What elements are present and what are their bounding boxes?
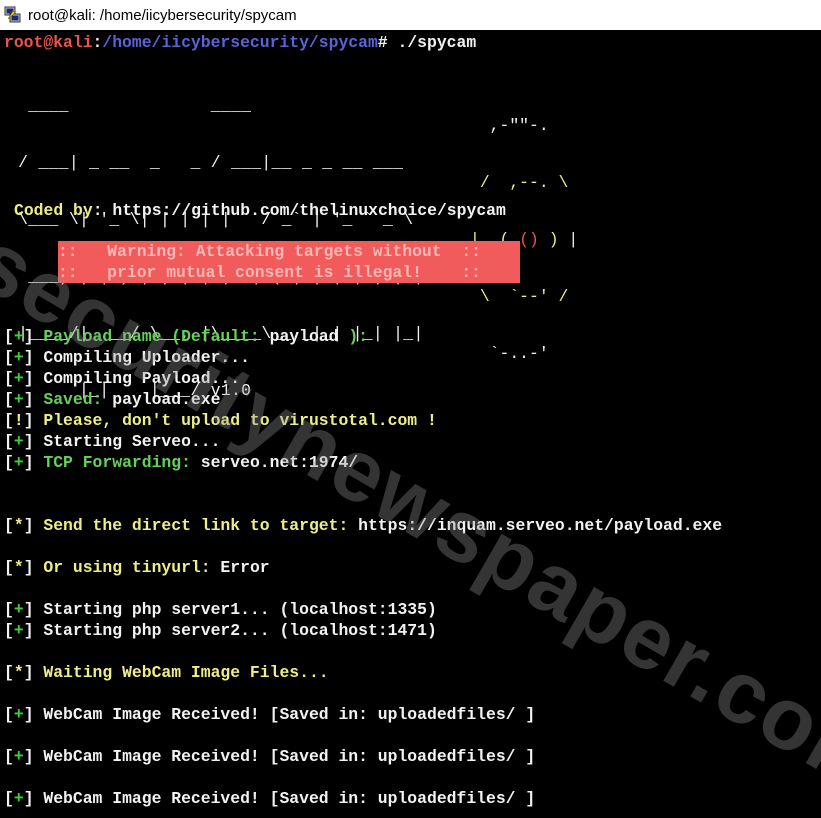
status-marker: + (13, 789, 24, 808)
putty-icon[interactable] (4, 6, 22, 24)
output-line: [!] Please, don't upload to virustotal.c… (4, 411, 437, 430)
status-marker: + (13, 432, 24, 451)
window-title: root@kali: /home/iicybersecurity/spycam (28, 6, 297, 24)
output-line: [+] WebCam Image Received! [Saved in: up… (4, 705, 536, 724)
prompt-line: root@kali:/home/iicybersecurity/spycam# … (4, 32, 476, 53)
output-tail: ): (348, 327, 368, 346)
output-text: Starting php server2... (localhost:1471) (43, 621, 437, 640)
terminal[interactable]: root@kali:/home/iicybersecurity/spycam# … (0, 30, 821, 816)
output-text: Starting php server1... (localhost:1335) (43, 600, 437, 619)
output-label: Saved: (43, 390, 103, 409)
output-line: [*] Waiting WebCam Image Files... (4, 663, 329, 682)
output-text: WebCam Image Received! [Saved in: upload… (43, 789, 536, 808)
camera-line: ,-""-. (470, 116, 549, 135)
status-marker: + (13, 369, 24, 388)
output-text: Please, don't upload to virustotal.com ! (43, 411, 437, 430)
output-text: WebCam Image Received! [Saved in: upload… (43, 705, 536, 724)
output-value: https://inquam.serveo.net/payload.exe (348, 516, 723, 535)
status-marker: * (13, 663, 24, 682)
status-marker: + (13, 390, 24, 409)
output-text: Compiling Payload... (43, 369, 241, 388)
output-label: Send the direct link to target: (43, 516, 349, 535)
window-titlebar: root@kali: /home/iicybersecurity/spycam (0, 0, 821, 30)
output-line: [+] Starting php server1... (localhost:1… (4, 600, 437, 619)
output-line: [+] Starting php server2... (localhost:1… (4, 621, 437, 640)
output-value: payload (259, 327, 349, 346)
prompt-path: /home/iicybersecurity/spycam (102, 33, 378, 52)
output-line: [*] Send the direct link to target: http… (4, 516, 723, 535)
status-marker: ! (13, 411, 24, 430)
output-line: [+] Payload name (Default: payload ): (4, 327, 368, 346)
output-text: Compiling Uploader... (43, 348, 250, 367)
prompt-command: ./spycam (387, 33, 477, 52)
output-line: [+] TCP Forwarding: serveo.net:1974/ (4, 453, 359, 472)
status-marker: * (13, 558, 24, 577)
prompt-user-host: root@kali (4, 33, 93, 52)
camera-ascii-icon: ,-""-. / ,--. \ | ( () ) | \ `--' / `-..… (470, 78, 578, 401)
output-line: [+] Compiling Uploader... (4, 348, 250, 367)
output-label: Or using tinyurl: (43, 558, 211, 577)
prompt-symbol: # (377, 33, 388, 52)
output-value: payload.exe (102, 390, 221, 409)
prompt-separator: : (92, 33, 103, 52)
output-text: Starting Serveo... (43, 432, 221, 451)
status-marker: + (13, 327, 24, 346)
output-line: [+] Compiling Payload... (4, 369, 241, 388)
github-url[interactable]: https://github.com/thelinuxchoice/spycam (103, 201, 505, 220)
camera-line: \ `--' / (470, 287, 569, 306)
output-line: [+] Saved: payload.exe (4, 390, 221, 409)
output-label: TCP Forwarding: (43, 453, 191, 472)
ascii-line: ____ ____ (8, 96, 252, 115)
status-marker: + (13, 621, 24, 640)
status-marker: + (13, 747, 24, 766)
output-value: serveo.net:1974/ (190, 453, 359, 472)
output-text: WebCam Image Received! [Saved in: upload… (43, 747, 536, 766)
output-value: Error (210, 558, 270, 577)
coded-by-label: Coded by (14, 201, 93, 220)
output-label: Payload name (Default: (43, 327, 260, 346)
output-text: Waiting WebCam Image Files... (43, 663, 329, 682)
warning-line-2: :: prior mutual consent is illegal! :: (58, 263, 481, 282)
output-line: [*] Or using tinyurl: Error (4, 558, 270, 577)
status-marker: + (13, 453, 24, 472)
ascii-line: / ___| _ __ _ _ / ___|__ _ _ __ ___ (8, 153, 404, 172)
camera-line: `-..-' (470, 344, 549, 363)
status-marker: + (13, 348, 24, 367)
coded-by-line: Coded by: https://github.com/thelinuxcho… (14, 201, 506, 220)
output-line: [+] WebCam Image Received! [Saved in: up… (4, 747, 536, 766)
camera-line: / ,--. \ (470, 173, 569, 192)
status-marker: + (13, 600, 24, 619)
output-line: [+] WebCam Image Received! [Saved in: up… (4, 789, 536, 808)
status-marker: + (13, 705, 24, 724)
output-line: [+] Starting Serveo... (4, 432, 221, 451)
warning-line-1: :: Warning: Attacking targets without :: (58, 242, 481, 261)
status-marker: * (13, 516, 24, 535)
